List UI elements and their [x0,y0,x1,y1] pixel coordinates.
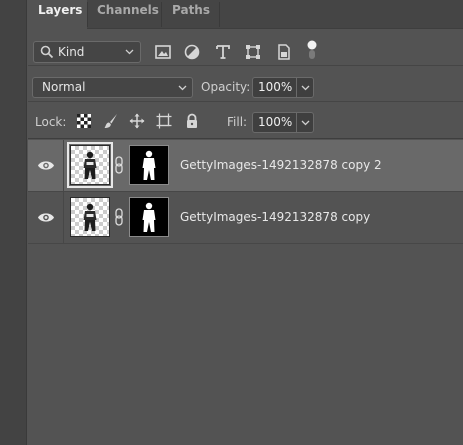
fill-label: Fill: [227,115,248,129]
opacity-dropdown[interactable] [296,78,313,97]
search-icon [40,45,54,59]
lock-all-icon[interactable] [184,113,200,129]
person-figure-icon [83,151,97,179]
opacity-label: Opacity: [201,80,251,94]
tab-paths-label: Paths [172,3,210,17]
left-dock-strip [0,0,27,445]
shape-filter-icon[interactable] [244,43,262,61]
blend-mode-dropdown[interactable]: Normal [32,77,193,98]
lock-transparent-pixels-icon[interactable] [76,113,92,129]
eye-icon[interactable] [37,159,55,172]
eye-icon[interactable] [37,211,55,224]
visibility-divider [63,140,64,192]
tab-layers[interactable]: Layers [28,0,87,30]
lock-label: Lock: [35,115,67,129]
opacity-value: 100% [258,80,293,94]
layer-name[interactable]: GettyImages-1492132878 copy 2 [180,158,382,172]
tab-channels-label: Channels [97,3,159,17]
lock-position-icon[interactable] [129,113,145,129]
lock-artboard-icon[interactable] [156,113,172,129]
layer-row[interactable]: GettyImages-1492132878 copy [28,192,463,244]
chevron-down-icon [301,85,310,91]
tab-channels[interactable]: Channels [87,0,161,29]
chevron-down-icon [125,49,134,55]
layer-thumbnail[interactable] [70,197,110,237]
filter-kind-label: Kind [58,45,85,59]
filter-kind-dropdown[interactable]: Kind [33,41,141,63]
layer-mask-thumbnail[interactable] [129,145,169,185]
fill-value: 100% [258,115,293,129]
panel-tab-bar: Layers Channels Paths [28,0,463,30]
layers-list: GettyImages-1492132878 copy 2 GettyImage… [28,140,463,445]
mask-silhouette-icon [142,202,156,232]
smart-object-filter-icon[interactable] [275,43,293,61]
fill-field[interactable]: 100% [252,112,314,133]
blend-mode-value: Normal [42,80,86,94]
tab-layers-label: Layers [38,3,83,17]
link-chain-icon[interactable] [113,155,125,175]
link-chain-icon[interactable] [113,207,125,227]
layer-name[interactable]: GettyImages-1492132878 copy [180,210,370,224]
layer-thumbnail[interactable] [67,142,113,188]
chevron-down-icon [301,120,310,126]
blend-row: Normal Opacity: 100% [28,67,463,102]
filter-toggle[interactable] [307,40,317,60]
lock-row: Lock: Fill: 100% [28,103,463,139]
type-filter-icon[interactable] [214,43,232,61]
adjustment-filter-icon[interactable] [183,43,201,61]
person-figure-icon [83,203,97,231]
layer-row[interactable]: GettyImages-1492132878 copy 2 [28,140,463,192]
layer-mask-thumbnail[interactable] [129,197,169,237]
mask-silhouette-icon [142,150,156,180]
fill-dropdown[interactable] [296,113,313,132]
tab-paths[interactable]: Paths [162,0,219,29]
visibility-divider [63,192,64,244]
opacity-field[interactable]: 100% [252,77,314,98]
chevron-down-icon [178,85,187,91]
filter-row: Kind [28,30,463,66]
tab-divider [219,2,220,27]
layers-panel: Layers Channels Paths Kind Normal Opacit… [28,0,463,445]
lock-image-pixels-icon[interactable] [103,113,119,129]
image-filter-icon[interactable] [154,43,172,61]
